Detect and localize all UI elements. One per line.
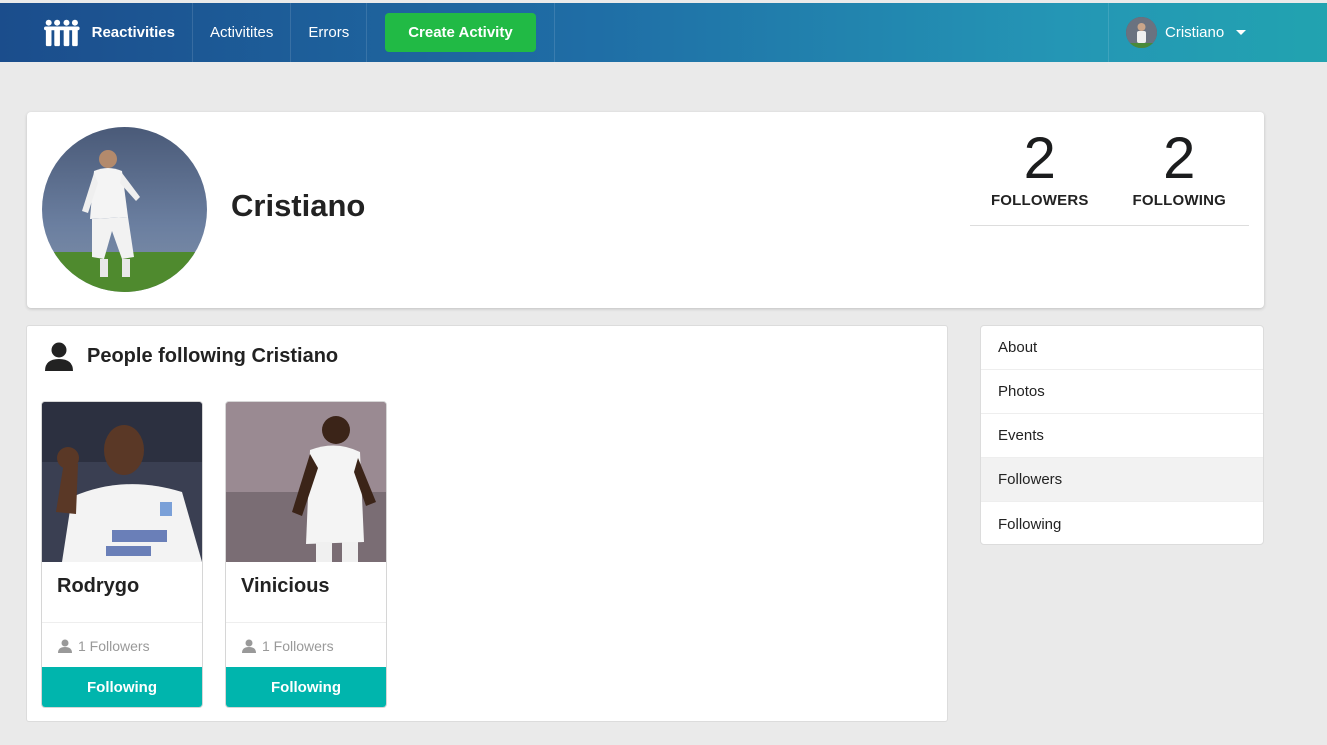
following-stat: 2 FOLLOWING <box>1110 130 1250 225</box>
followers-stat: 2 FOLLOWERS <box>970 130 1110 225</box>
user-icon <box>58 639 72 653</box>
group-logo-icon <box>44 19 80 46</box>
following-button[interactable]: Following <box>226 667 386 707</box>
user-icon <box>242 639 256 653</box>
card-followers-count: 1 Followers <box>262 637 334 654</box>
following-label: FOLLOWING <box>1132 192 1226 209</box>
user-name: Cristiano <box>1165 24 1225 41</box>
panel-title: People following Cristiano <box>87 344 339 367</box>
profile-card-vinicious[interactable]: Vinicious 1 Followers Following <box>225 401 387 708</box>
card-followers: 1 Followers <box>226 623 386 668</box>
profile-stats: 2 FOLLOWERS 2 FOLLOWING <box>970 130 1249 226</box>
profile-side-menu: About Photos Events Followers Following <box>980 325 1264 545</box>
panel-header: People following Cristiano <box>44 341 338 371</box>
menu-item-followers[interactable]: Followers <box>981 458 1263 502</box>
create-activity-button[interactable]: Create Activity <box>385 13 536 52</box>
user-icon <box>45 342 73 371</box>
followers-count: 2 <box>1023 126 1056 191</box>
menu-item-following[interactable]: Following <box>981 502 1263 544</box>
create-activity-wrap: Create Activity <box>367 3 555 62</box>
following-count: 2 <box>1163 126 1196 191</box>
card-followers-count: 1 Followers <box>78 637 150 654</box>
top-navbar: Reactivities Activitites Errors Create A… <box>0 3 1327 62</box>
menu-item-photos[interactable]: Photos <box>981 370 1263 414</box>
brand-label: Reactivities <box>91 24 175 41</box>
profile-card-image <box>42 402 202 562</box>
nav-activities[interactable]: Activitites <box>193 3 292 62</box>
nav-brand[interactable]: Reactivities <box>0 3 193 62</box>
menu-item-about[interactable]: About <box>981 326 1263 370</box>
followers-panel: People following Cristiano Rodrygo 1 Fol… <box>26 325 948 722</box>
card-name: Vinicious <box>226 562 386 623</box>
profile-name: Cristiano <box>231 188 366 223</box>
card-name: Rodrygo <box>42 562 202 623</box>
card-followers: 1 Followers <box>42 623 202 668</box>
dropdown-caret-icon <box>1236 30 1247 35</box>
nav-errors[interactable]: Errors <box>291 3 368 62</box>
user-avatar <box>1126 17 1157 48</box>
follower-cards: Rodrygo 1 Followers Following Vinicious … <box>41 401 387 708</box>
followers-label: FOLLOWERS <box>990 192 1089 209</box>
user-menu-dropdown[interactable]: Cristiano <box>1108 3 1327 62</box>
menu-item-events[interactable]: Events <box>981 414 1263 458</box>
following-button[interactable]: Following <box>42 667 202 707</box>
profile-card-rodrygo[interactable]: Rodrygo 1 Followers Following <box>41 401 203 708</box>
profile-avatar <box>42 127 207 292</box>
profile-header-card: Cristiano 2 FOLLOWERS 2 FOLLOWING <box>27 112 1264 308</box>
profile-card-image <box>226 402 386 562</box>
